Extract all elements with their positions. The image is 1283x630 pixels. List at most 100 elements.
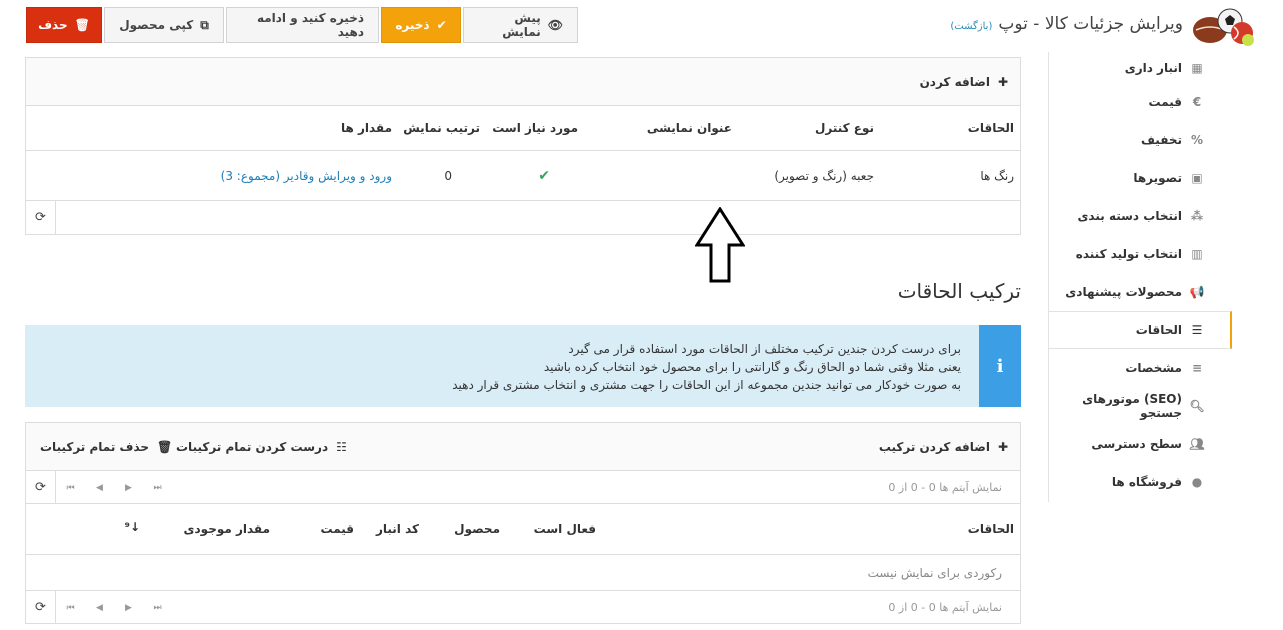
copy-label: کپی محصول: [119, 18, 194, 32]
edit-values-link[interactable]: ورود و ویرایش وقادیر (مجموع: 3): [221, 169, 392, 183]
sidebar-item-specifications[interactable]: ≡ مشخصات: [1049, 349, 1230, 387]
sidebar-item-label: انتخاب دسته بندی: [1077, 209, 1182, 223]
sidebar-item-label: الحاقات: [1135, 323, 1182, 337]
prev-page-icon[interactable]: ◀: [85, 471, 114, 504]
combinations-table-header: الحاقات فعال است محصول کد انبار قیمت مقد…: [26, 504, 1020, 555]
page-title: ویرایش جزئیات کالا - توپ: [998, 14, 1183, 34]
pager-info: نمایش آیتم ها 0 - 0 از 0: [888, 481, 1002, 494]
sitemap-icon: ⁂: [1190, 209, 1204, 223]
first-page-icon[interactable]: ⏮: [56, 591, 85, 624]
trash-icon: 🗑: [157, 440, 173, 454]
save-label: ذخیره: [395, 18, 430, 32]
add-attribute-label: اضافه کردن: [919, 74, 990, 89]
info-line: یعنی مثلا وقتی شما دو الحاق رنگ و گارانت…: [543, 360, 961, 374]
pager-top: نمایش آیتم ها 0 - 0 از 0 ⟳ ⏮ ◀ ▶ ⏭: [26, 471, 1020, 504]
sidebar-item-label: تخفیف: [1141, 133, 1182, 147]
empty-state-text: رکوردی برای نمایش نیست: [867, 566, 1002, 580]
delete-button[interactable]: 🗑 حذف: [26, 7, 102, 43]
delete-all-combinations-button[interactable]: 🗑 حذف تمام ترکیبات: [40, 423, 172, 471]
building-icon: ▥: [1191, 247, 1203, 261]
sidebar-item-discount[interactable]: % تخفیف: [1049, 121, 1230, 159]
delete-label: حذف: [38, 18, 68, 32]
sidebar-item-attributes[interactable]: ☰ الحاقات: [1049, 311, 1232, 349]
save-continue-label: ذخیره کنید و ادامه دهید: [256, 11, 364, 39]
sidebar-item-inventory[interactable]: ▦ انبار داری: [1049, 52, 1230, 83]
pager-buttons: ⟳ ⏮ ◀ ▶ ⏭: [26, 591, 172, 624]
euro-icon: €: [1192, 95, 1202, 109]
save-continue-button[interactable]: ذخیره کنید و ادامه دهید: [226, 7, 379, 43]
bars-icon: ≡: [1191, 361, 1203, 375]
pager-buttons: ⟳ ⏮ ◀ ▶ ⏭: [26, 471, 172, 504]
sidebar-item-related-products[interactable]: 📢 محصولات پیشنهادی: [1049, 273, 1230, 311]
table-footer: ⟳: [26, 201, 1020, 234]
sidebar-item-stores[interactable]: ● فروشگاه ها: [1049, 463, 1230, 501]
sidebar-item-categories[interactable]: ⁂ انتخاب دسته بندی: [1049, 197, 1230, 235]
percent-icon: %: [1190, 133, 1204, 147]
sidebar-item-manufacturer[interactable]: ▥ انتخاب تولید کننده: [1049, 235, 1230, 273]
globe-icon: ●: [1191, 475, 1203, 489]
refresh-icon[interactable]: ⟳: [26, 471, 56, 504]
table-row: رنگ ها جعبه (رنگ و تصویر) ✔ 0 ورود و ویر…: [26, 151, 1020, 201]
column-header: محصول: [454, 522, 500, 536]
last-page-icon[interactable]: ⏭: [143, 591, 172, 624]
sidebar-item-label: فروشگاه ها: [1111, 475, 1182, 489]
add-combination-label: اضافه کردن ترکیب: [878, 440, 990, 454]
copy-product-button[interactable]: ⧉ کپی محصول: [104, 7, 224, 43]
sidebar-item-seo[interactable]: 🔍︎ (SEO) موتورهای جستجو: [1049, 387, 1230, 425]
column-header: ترتیب نمایش: [403, 121, 480, 135]
toolbar: 🗑 حذف ⧉ کپی محصول ذخیره کنید و ادامه دهی…: [26, 7, 578, 43]
sidebar-item-label: (SEO) موتورهای جستجو: [1082, 392, 1182, 420]
refresh-icon[interactable]: ⟳: [26, 201, 56, 234]
pager-info: نمایش آیتم ها 0 - 0 از 0: [888, 601, 1002, 614]
sidebar-item-label: مشخصات: [1125, 361, 1182, 375]
back-link[interactable]: (بازگشت): [950, 21, 992, 32]
next-page-icon[interactable]: ▶: [114, 471, 143, 504]
column-header: مقدار ها: [340, 121, 392, 135]
plus-icon: ✚: [997, 440, 1008, 454]
add-combination-button[interactable]: ✚ اضافه کردن ترکیب: [879, 423, 1008, 471]
list-alt-icon: ☰: [1191, 323, 1203, 337]
column-header: فعال است: [533, 522, 596, 536]
info-icon: i: [979, 325, 1021, 407]
up-arrow-annotation: [695, 207, 745, 283]
next-page-icon[interactable]: ▶: [114, 591, 143, 624]
sidebar-item-label: انتخاب تولید کننده: [1075, 247, 1182, 261]
sidebar-item-price[interactable]: € قیمت: [1049, 83, 1230, 121]
empty-state-row: رکوردی برای نمایش نیست: [26, 555, 1020, 591]
save-button[interactable]: ✔ ذخیره: [381, 7, 461, 43]
column-header: قیمت: [320, 522, 354, 536]
sidebar-item-access[interactable]: 👥︎ سطح دسترسی: [1049, 425, 1230, 463]
trash-icon: 🗑: [74, 18, 90, 32]
sort-icon[interactable]: ↓⁹: [125, 520, 140, 534]
refresh-icon[interactable]: ⟳: [26, 591, 56, 624]
delete-all-label: حذف تمام ترکیبات: [40, 440, 150, 454]
column-header: نوع کنترل: [814, 121, 874, 135]
eye-icon: 👁: [547, 18, 563, 32]
add-attribute-button[interactable]: ✚ اضافه کردن: [26, 58, 1020, 106]
column-header: الحاقات: [967, 522, 1014, 536]
info-line: به صورت خودکار می توانید جندین مجموعه از…: [452, 378, 961, 392]
plus-icon: ✚: [997, 74, 1008, 89]
table-icon: ☷: [336, 440, 347, 454]
display-order: 0: [444, 168, 452, 183]
attribute-name: رنگ ها: [980, 168, 1014, 183]
prev-page-icon[interactable]: ◀: [85, 591, 114, 624]
page-header: ویرایش جزئیات کالا - توپ (بازگشت): [950, 14, 1183, 38]
preview-button[interactable]: 👁 پیش نمایش: [463, 7, 578, 43]
bullhorn-icon: 📢: [1189, 285, 1205, 299]
column-header: عنوان نمایشی: [646, 121, 732, 135]
sidebar-item-images[interactable]: ▣ تصویرها: [1049, 159, 1230, 197]
sidebar-item-label: محصولات پیشنهادی: [1065, 285, 1182, 299]
column-header: مورد نیاز است: [492, 121, 578, 135]
last-page-icon[interactable]: ⏭: [143, 471, 172, 504]
pager-bottom: نمایش آیتم ها 0 - 0 از 0 ⟳ ⏮ ◀ ▶ ⏭: [26, 591, 1020, 624]
generate-combinations-button[interactable]: ☷ درست کردن تمام ترکیبات: [176, 423, 347, 471]
attributes-panel: ✚ اضافه کردن الحاقات نوع کنترل عنوان نما…: [25, 57, 1021, 235]
sidebar-nav: ▦ انبار داری € قیمت % تخفیف ▣ تصویرها ⁂ …: [1048, 52, 1232, 502]
first-page-icon[interactable]: ⏮: [56, 471, 85, 504]
sidebar-item-label: قیمت: [1148, 95, 1182, 109]
column-header: کد انبار: [375, 522, 419, 536]
info-line: برای درست کردن جندین ترکیب مختلف از الحا…: [568, 342, 961, 356]
sidebar-item-label: سطح دسترسی: [1091, 437, 1182, 451]
control-type: جعبه (رنگ و تصویر): [774, 168, 874, 183]
